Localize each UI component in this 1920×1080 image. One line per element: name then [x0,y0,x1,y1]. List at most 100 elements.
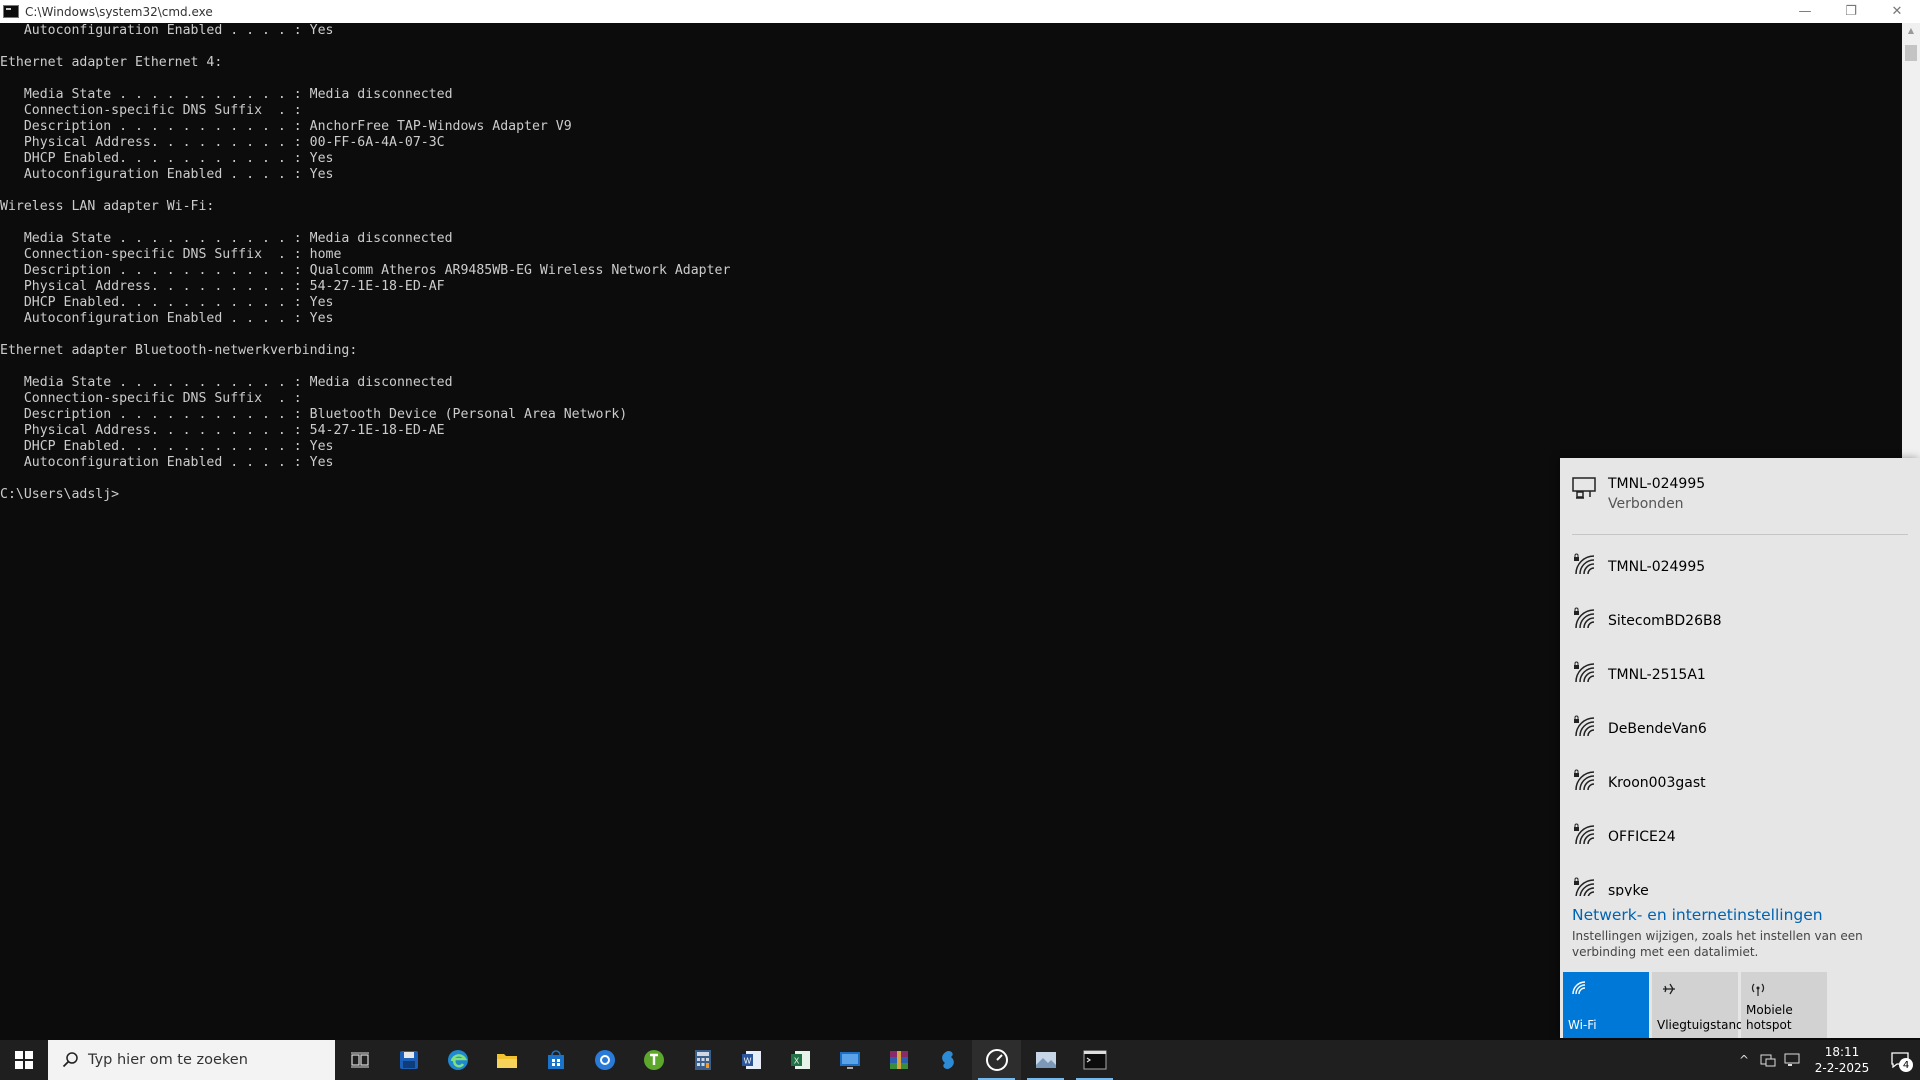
console-line: Description . . . . . . . . . . . : Blue… [0,407,628,422]
windows-logo-icon [15,1051,33,1069]
window-titlebar[interactable]: C:\Windows\system32\cmd.exe — ❐ ✕ [0,0,1920,23]
wifi-secured-icon [1572,660,1596,688]
taskbar-app-store[interactable] [531,1040,580,1080]
taskbar-app-vpn[interactable] [923,1040,972,1080]
taskbar-app-cmd[interactable] [1070,1040,1119,1080]
window-controls: — ❐ ✕ [1782,0,1920,23]
wifi-secured-icon [1572,822,1596,850]
taskbar-app-excel[interactable]: X [776,1040,825,1080]
browser-icon [594,1050,615,1070]
quick-action-tiles: Wi-Fi Vliegtuigstand Mobiele hotspot [1563,972,1827,1038]
console-line: DHCP Enabled. . . . . . . . . . . : Yes [0,439,334,454]
winrar-icon [889,1051,908,1069]
wifi-tile[interactable]: Wi-Fi [1563,972,1649,1038]
wifi-secured-icon [1572,552,1596,580]
action-center-button[interactable]: 4 [1880,1040,1920,1080]
wifi-secured-icon [1572,606,1596,634]
console-line: Connection-specific DNS Suffix . : [0,391,302,406]
ethernet-icon [1572,476,1598,504]
network-name: OFFICE24 [1608,829,1676,845]
task-view-icon [350,1052,369,1068]
excel-icon: X [790,1051,810,1069]
taskbar-app-photos[interactable] [1021,1040,1070,1080]
taskbar-app-browser[interactable] [580,1040,629,1080]
console-line: Connection-specific DNS Suffix . : [0,103,302,118]
photos-icon [1035,1052,1056,1068]
mobile-hotspot-tile[interactable]: Mobiele hotspot [1741,972,1827,1038]
wifi-tile-label: Wi-Fi [1568,1018,1597,1032]
network-list-item[interactable]: spyke [1560,864,1920,896]
save-disk-icon [399,1051,418,1069]
taskbar-app-speedtest[interactable] [972,1040,1021,1080]
svg-text:W: W [743,1057,751,1066]
wifi-secured-icon [1572,768,1596,796]
network-list-item[interactable]: OFFICE24 [1560,810,1920,864]
console-line: Media State . . . . . . . . . . . : Medi… [0,375,453,390]
console-line: Media State . . . . . . . . . . . : Medi… [0,87,453,102]
console-line: Physical Address. . . . . . . . . : 54-2… [0,279,445,294]
network-list-item[interactable]: TMNL-2515A1 [1560,648,1920,702]
scroll-up-arrow-icon[interactable]: ▲ [1902,23,1920,37]
console-line: Ethernet adapter Ethernet 4: [0,55,223,70]
speedtest-icon [985,1049,1008,1071]
start-button[interactable] [0,1040,48,1080]
taskbar-app-word[interactable]: W [727,1040,776,1080]
close-button[interactable]: ✕ [1874,0,1920,23]
console-line: Description . . . . . . . . . . . : Anch… [0,119,572,134]
restore-button[interactable]: ❐ [1828,0,1874,23]
taskbar-app-remote-desktop[interactable] [825,1040,874,1080]
minimize-button[interactable]: — [1782,0,1828,23]
taskbar-app-file-explorer[interactable] [482,1040,531,1080]
taskbar-app-edge[interactable] [433,1040,482,1080]
show-hidden-icons-button[interactable]: ^ [1732,1040,1756,1080]
network-list-item[interactable]: SitecomBD26B8 [1560,594,1920,648]
connected-network[interactable]: TMNL-024995 Verbonden [1560,458,1920,536]
tray-app-icon [1760,1054,1776,1067]
network-name: DeBendeVan6 [1608,721,1707,737]
word-icon: W [741,1051,761,1069]
taskbar-clock[interactable]: 18:11 2-2-2025 [1804,1040,1880,1080]
wifi-icon [1571,980,1589,1000]
network-list-item[interactable]: DeBendeVan6 [1560,702,1920,756]
network-tray-button[interactable] [1780,1040,1804,1080]
edge-icon [447,1050,468,1070]
taskbar-app-torrent[interactable] [629,1040,678,1080]
mobile-hotspot-tile-label: Mobiele hotspot [1746,1003,1793,1032]
task-view-button[interactable] [335,1040,384,1080]
network-name: spyke [1608,883,1649,896]
taskbar-apps: W X [335,1040,1119,1080]
clock-time: 18:11 [1824,1045,1860,1059]
console-line: Ethernet adapter Bluetooth-netwerkverbin… [0,343,358,358]
network-list-item[interactable]: Kroon003gast [1560,756,1920,810]
tray-app-button[interactable] [1756,1040,1780,1080]
taskbar-search-box[interactable]: Typ hier om te zoeken [48,1040,335,1080]
taskbar-app-winrar[interactable] [874,1040,923,1080]
chevron-up-icon: ^ [1738,1053,1750,1067]
system-tray: ^ 18:11 2-2-2025 4 [1732,1040,1920,1080]
wifi-secured-icon [1572,876,1596,896]
available-networks-list[interactable]: TMNL-024995 SitecomBD26B8 TMNL-2515A1 DeBen… [1560,540,1920,896]
taskbar-app-save[interactable] [384,1040,433,1080]
console-line: DHCP Enabled. . . . . . . . . . . : Yes [0,151,334,166]
console-line: Connection-specific DNS Suffix . : home [0,247,342,262]
window-title: C:\Windows\system32\cmd.exe [25,4,213,19]
network-tray-icon [1784,1053,1800,1066]
scrollbar-thumb[interactable] [1905,45,1917,61]
store-icon [547,1050,564,1069]
console-line: Media State . . . . . . . . . . . : Medi… [0,231,453,246]
network-settings-link[interactable]: Netwerk- en internetinstellingen [1572,906,1823,924]
search-icon [62,1051,80,1073]
search-placeholder: Typ hier om te zoeken [88,1052,248,1068]
taskbar-app-calculator[interactable] [678,1040,727,1080]
network-list-item[interactable]: TMNL-024995 [1560,540,1920,594]
remote-desktop-icon [839,1052,860,1069]
wifi-secured-icon [1572,714,1596,742]
svg-text:X: X [793,1057,799,1066]
airplane-mode-tile[interactable]: Vliegtuigstand [1652,972,1744,1038]
divider [1572,534,1908,535]
